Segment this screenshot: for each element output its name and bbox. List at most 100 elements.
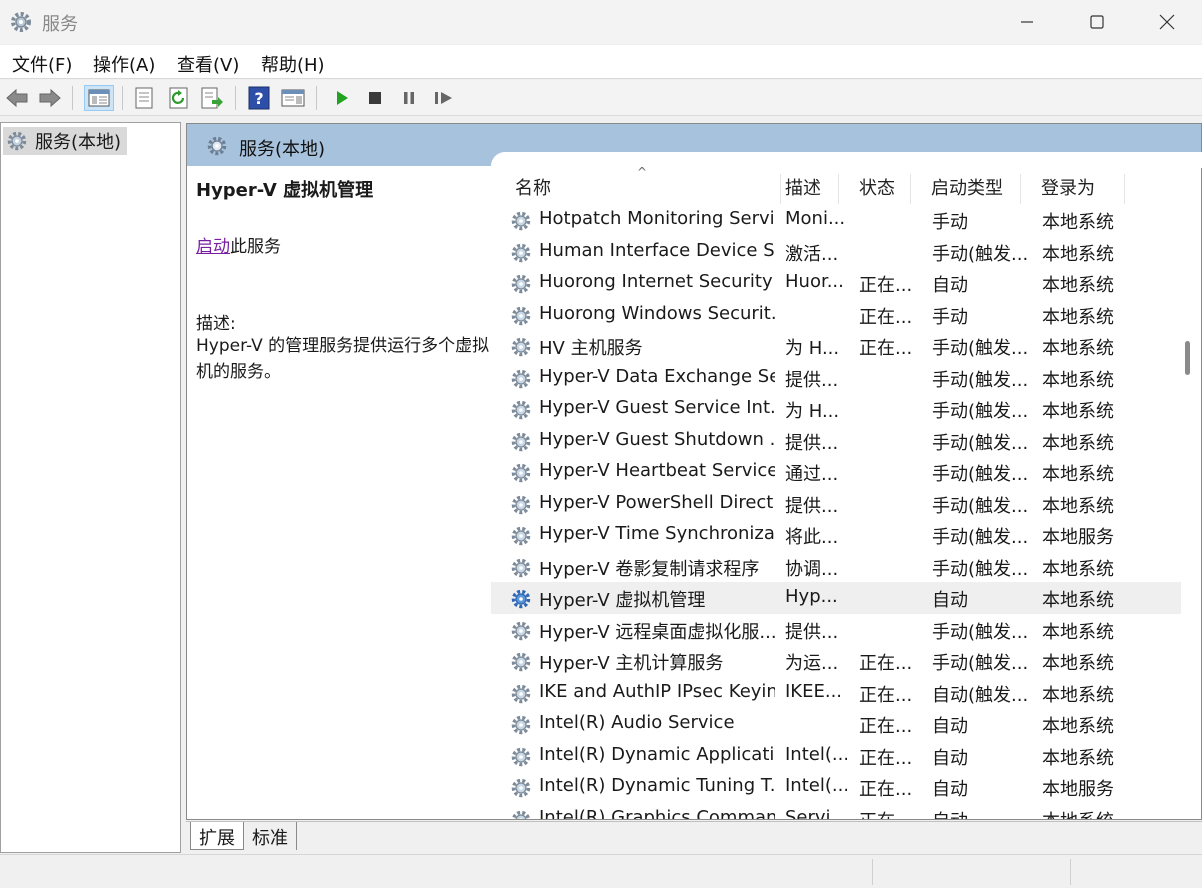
menu-view[interactable]: 查看(V) bbox=[177, 51, 239, 77]
service-description: Hyp... bbox=[785, 586, 838, 607]
table-row[interactable]: Hyper-V 虚拟机管理 Hyp... 自动 本地系统 bbox=[491, 582, 1181, 614]
tree-item-services-local[interactable]: 服务(本地) bbox=[3, 127, 128, 155]
console-tree-button[interactable] bbox=[84, 85, 114, 111]
service-log-on-as: 本地系统 bbox=[1042, 716, 1114, 737]
gear-icon bbox=[509, 304, 533, 328]
service-status: 正在... bbox=[859, 338, 913, 359]
console-tree-icon bbox=[88, 89, 110, 107]
table-row[interactable]: Intel(R) Audio Service 正在... 自动 本地系统 bbox=[491, 708, 1181, 740]
start-service-link[interactable]: 启动 bbox=[196, 237, 230, 257]
start-service-button[interactable] bbox=[329, 85, 355, 111]
table-row[interactable]: Hyper-V PowerShell Direct... 提供... 手动(触发… bbox=[491, 488, 1181, 520]
minimize-button[interactable] bbox=[992, 0, 1062, 44]
service-log-on-as: 本地系统 bbox=[1042, 621, 1114, 643]
service-log-on-as: 本地系统 bbox=[1042, 590, 1114, 611]
minimize-icon bbox=[1021, 21, 1033, 23]
gear-icon bbox=[509, 745, 533, 769]
service-startup-type: 手动(触发... bbox=[932, 243, 1029, 265]
service-description: Huor... bbox=[785, 271, 844, 292]
service-description: 提供... bbox=[785, 432, 839, 454]
close-icon bbox=[1159, 14, 1175, 30]
service-startup-type: 手动 bbox=[932, 306, 968, 328]
description-panel: Hyper-V 虚拟机管理 启动此服务 描述: Hyper-V 的管理服务提供运… bbox=[187, 166, 491, 819]
stop-service-button[interactable] bbox=[362, 85, 388, 111]
service-startup-type: 自动 bbox=[932, 590, 968, 611]
status-separator bbox=[1070, 859, 1071, 885]
scrollbar-thumb[interactable] bbox=[1185, 341, 1190, 375]
column-status[interactable]: 状态 bbox=[839, 174, 911, 204]
table-row[interactable]: Hyper-V Heartbeat Service 通过... 手动(触发...… bbox=[491, 456, 1181, 488]
service-description: Moni... bbox=[785, 208, 846, 229]
start-service-line: 启动此服务 bbox=[196, 232, 281, 257]
table-row[interactable]: Hyper-V Guest Shutdown ... 提供... 手动(触发..… bbox=[491, 425, 1181, 457]
service-name: Hyper-V 卷影复制请求程序 bbox=[539, 558, 760, 580]
service-log-on-as: 本地系统 bbox=[1042, 653, 1114, 674]
tab-extended[interactable]: 扩展 bbox=[190, 822, 244, 850]
service-description: 通过... bbox=[785, 464, 839, 485]
pause-service-icon bbox=[404, 92, 414, 104]
table-row[interactable]: Intel(R) Dynamic Applicati... Intel(... … bbox=[491, 740, 1181, 772]
column-startup-type[interactable]: 启动类型 bbox=[911, 174, 1021, 204]
gear-icon bbox=[509, 493, 533, 517]
pause-service-button[interactable] bbox=[396, 85, 422, 111]
service-name: Hyper-V PowerShell Direct... bbox=[539, 491, 775, 513]
table-row[interactable]: HV 主机服务 为 H... 正在... 手动(触发... 本地系统 bbox=[491, 330, 1181, 362]
back-button[interactable] bbox=[4, 85, 30, 111]
service-description: 为 H... bbox=[785, 401, 840, 422]
service-description: IKEE... bbox=[785, 680, 843, 702]
refresh-button[interactable] bbox=[166, 85, 192, 111]
column-log-on-as[interactable]: 登录为 bbox=[1021, 174, 1125, 204]
table-row[interactable]: Hyper-V 远程桌面虚拟化服... 提供... 手动(触发... 本地系统 bbox=[491, 614, 1181, 646]
service-description: Servi... bbox=[785, 806, 847, 820]
properties-button[interactable] bbox=[131, 85, 157, 111]
maximize-button[interactable] bbox=[1062, 0, 1132, 44]
table-row[interactable]: Intel(R) Graphics Comman... Servi... 正在.… bbox=[491, 803, 1181, 820]
service-log-on-as: 本地服务 bbox=[1042, 527, 1114, 548]
selected-service-title: Hyper-V 虚拟机管理 bbox=[196, 180, 374, 201]
export-list-button[interactable] bbox=[199, 85, 225, 111]
forward-button[interactable] bbox=[37, 85, 63, 111]
service-name: Hyper-V Heartbeat Service bbox=[539, 460, 775, 481]
service-name: Intel(R) Audio Service bbox=[539, 712, 735, 733]
service-status: 正在... bbox=[859, 716, 913, 737]
service-startup-type: 手动(触发... bbox=[932, 338, 1029, 359]
service-log-on-as: 本地系统 bbox=[1042, 243, 1114, 265]
table-row[interactable]: Hyper-V Data Exchange Se... 提供... 手动(触发.… bbox=[491, 362, 1181, 394]
table-row[interactable]: Hotpatch Monitoring Service Moni... 手动 本… bbox=[491, 204, 1181, 236]
toolbar-separator bbox=[235, 86, 236, 110]
restart-service-button[interactable] bbox=[431, 85, 457, 111]
vertical-scrollbar[interactable] bbox=[1181, 166, 1201, 819]
service-log-on-as: 本地系统 bbox=[1042, 306, 1114, 328]
tab-standard[interactable]: 标准 bbox=[244, 822, 297, 850]
table-row[interactable]: IKE and AuthIP IPsec Keyin... IKEE... 正在… bbox=[491, 677, 1181, 709]
table-row[interactable]: Huorong Internet Security ... Huor... 正在… bbox=[491, 267, 1181, 299]
show-hide-action-pane-button[interactable] bbox=[280, 85, 306, 111]
service-name: Hyper-V Guest Service Int... bbox=[539, 397, 775, 418]
view-tabs: 扩展 标准 bbox=[186, 821, 1202, 853]
help-button[interactable]: ? bbox=[246, 85, 272, 111]
table-row[interactable]: Intel(R) Dynamic Tuning T... Intel(... 正… bbox=[491, 771, 1181, 803]
service-description: 激活... bbox=[785, 243, 839, 265]
table-row[interactable]: Human Interface Device S... 激活... 手动(触发.… bbox=[491, 236, 1181, 268]
service-name: Hotpatch Monitoring Service bbox=[539, 208, 775, 229]
gear-icon bbox=[8, 9, 34, 35]
service-name: Hyper-V 虚拟机管理 bbox=[539, 590, 706, 611]
column-description[interactable]: 描述 bbox=[765, 174, 839, 204]
gear-icon bbox=[509, 713, 533, 737]
gear-icon bbox=[509, 430, 533, 454]
column-name[interactable]: 名称 bbox=[495, 174, 781, 204]
service-startup-type: 自动 bbox=[932, 716, 968, 737]
close-button[interactable] bbox=[1132, 0, 1202, 44]
table-row[interactable]: Hyper-V 主机计算服务 为运... 正在... 手动(触发... 本地系统 bbox=[491, 645, 1181, 677]
service-startup-type: 手动(触发... bbox=[932, 527, 1029, 548]
back-icon bbox=[6, 88, 28, 108]
table-row[interactable]: Hyper-V 卷影复制请求程序 协调... 手动(触发... 本地系统 bbox=[491, 551, 1181, 583]
description-label: 描述: bbox=[196, 314, 236, 334]
table-row[interactable]: Hyper-V Guest Service Int... 为 H... 手动(触… bbox=[491, 393, 1181, 425]
menu-help[interactable]: 帮助(H) bbox=[261, 51, 325, 77]
table-row[interactable]: Hyper-V Time Synchroniza... 将此... 手动(触发.… bbox=[491, 519, 1181, 551]
menu-file[interactable]: 文件(F) bbox=[12, 51, 72, 77]
toolbar: ? bbox=[0, 80, 1202, 116]
menu-action[interactable]: 操作(A) bbox=[93, 51, 155, 77]
table-row[interactable]: Huorong Windows Securit... 正在... 手动 本地系统 bbox=[491, 299, 1181, 331]
